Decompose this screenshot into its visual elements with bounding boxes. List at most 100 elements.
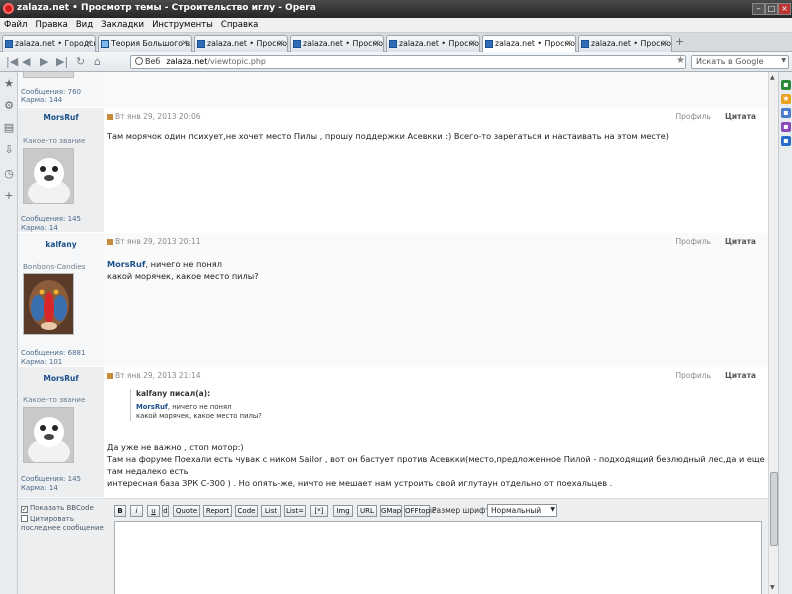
close-icon[interactable]: × (778, 3, 791, 15)
tab-2[interactable]: Теория Большого взры...× (98, 35, 192, 52)
new-tab-icon[interactable]: + (675, 35, 684, 48)
bbcode-italic-button[interactable]: i (130, 505, 143, 517)
karma: Карма: 101 (21, 358, 63, 366)
tab-1[interactable]: zalaza.net • Городские и...× (2, 35, 96, 52)
tab-close-icon[interactable]: × (661, 38, 668, 47)
favicon-icon (101, 40, 109, 48)
bbcode-url-button[interactable]: URL (357, 505, 377, 517)
fast-forward-icon[interactable]: ▶| (56, 55, 68, 68)
post-actions: Профиль Цитата (661, 237, 756, 246)
quote-block: kalfany писал(а): MorsRuf, ничего не пон… (130, 389, 280, 421)
profile-link[interactable]: Профиль (675, 371, 711, 380)
bbcode-quote-button[interactable]: Quote (173, 505, 200, 517)
bbcode-list-button[interactable]: List (261, 505, 281, 517)
user-rank: Какое-то звание (23, 395, 86, 404)
bbcode-list-numbered-button[interactable]: List= (284, 505, 306, 517)
bbcode-extra-button[interactable]: d (162, 505, 169, 517)
cite-last-checkbox[interactable]: Цитировать последнее сообщение (21, 515, 109, 533)
post-text: MorsRuf, ничего не понял какой морячек, к… (107, 259, 259, 281)
tab-3[interactable]: zalaza.net • Просмотр ф...× (194, 35, 288, 52)
tab-close-icon[interactable]: × (373, 38, 380, 47)
tab-5[interactable]: zalaza.net • Просмотр т...× (386, 35, 480, 52)
add-panel-icon[interactable]: + (3, 190, 15, 202)
history-panel-icon[interactable]: ◷ (3, 168, 15, 180)
tab-7[interactable]: zalaza.net • Просмотр т...× (578, 35, 672, 52)
back-icon[interactable]: ◀ (22, 55, 30, 68)
bbcode-offtopic-button[interactable]: OFFtopic (404, 505, 436, 517)
tab-6-active[interactable]: zalaza.net • Просмотр т...× (482, 35, 576, 53)
bbcode-underline-button[interactable]: u (147, 505, 160, 517)
menu-file[interactable]: Файл (0, 18, 31, 32)
menu-tools[interactable]: Инструменты (148, 18, 217, 32)
post-icon (107, 373, 113, 379)
bbcode-gmap-button[interactable]: GMap (380, 505, 402, 517)
forward-icon[interactable]: ▶ (40, 55, 48, 68)
tab-close-icon[interactable]: × (181, 38, 188, 47)
menu-help[interactable]: Справка (217, 18, 262, 32)
search-field[interactable]: Искать в Google ▼ (691, 55, 789, 69)
home-icon[interactable]: ⌂ (94, 55, 101, 68)
karma: Карма: 144 (21, 96, 63, 104)
quote-link[interactable]: Цитата (725, 237, 756, 246)
post-date: Вт янв 29, 2013 20:11 (107, 237, 201, 246)
font-size-select[interactable]: Нормальный ▼ (487, 504, 557, 517)
menu-bookmarks[interactable]: Закладки (97, 18, 148, 32)
avatar[interactable] (23, 273, 74, 335)
tab-close-icon[interactable]: × (565, 38, 572, 47)
post-author[interactable]: MorsRuf (18, 374, 104, 383)
notes-panel-icon[interactable]: ▤ (3, 122, 15, 134)
tab-close-icon[interactable]: × (85, 38, 92, 47)
page-scrollbar[interactable]: ▲ ▼ (768, 72, 778, 594)
url-field[interactable]: Веб zalaza.net/viewtopic.php (130, 55, 686, 69)
menu-edit[interactable]: Правка (31, 18, 71, 32)
mention[interactable]: MorsRuf (107, 259, 145, 269)
menu-view[interactable]: Вид (72, 18, 97, 32)
widget-icon[interactable]: ▪ (781, 80, 791, 90)
post-text: Да уже не важно , стоп мотор:) Там на фор… (107, 442, 765, 488)
opera-logo-icon[interactable] (3, 3, 14, 14)
tab-close-icon[interactable]: × (277, 38, 284, 47)
bbcode-list-item-button[interactable]: [*] (310, 505, 328, 517)
post-author[interactable]: kalfany (18, 240, 104, 249)
show-bbcode-checkbox[interactable]: ✓ Показать BBCode (21, 504, 94, 513)
scroll-down-icon[interactable]: ▼ (770, 584, 775, 591)
profile-link[interactable]: Профиль (675, 237, 711, 246)
quote-link[interactable]: Цитата (725, 371, 756, 380)
minimize-icon[interactable]: – (752, 3, 765, 15)
bbcode-bold-button[interactable]: B (114, 505, 126, 517)
reload-icon[interactable]: ↻ (76, 55, 85, 68)
quote-link[interactable]: Цитата (725, 112, 756, 121)
widget-icon[interactable]: ▪ (781, 136, 791, 146)
bookmark-star-icon[interactable]: ★ (676, 55, 685, 66)
tab-close-icon[interactable]: × (469, 38, 476, 47)
widget-icon[interactable]: ▪ (781, 108, 791, 118)
tab-4[interactable]: zalaza.net • Просмотр т...× (290, 35, 384, 52)
widget-icon[interactable]: ▪ (781, 122, 791, 132)
avatar[interactable] (23, 148, 74, 204)
post-text: Там морячок один психует,не хочет место … (107, 131, 669, 141)
widget-icon[interactable]: ★ (781, 94, 791, 104)
profile-link[interactable]: Профиль (675, 112, 711, 121)
bbcode-img-button[interactable]: Img (333, 505, 353, 517)
post-icon (107, 239, 113, 245)
scroll-thumb[interactable] (770, 472, 778, 546)
reply-editor: ✓ Показать BBCode Цитировать последнее со… (18, 498, 768, 594)
chevron-down-icon: ▼ (550, 506, 555, 513)
side-panel: ★ ⚙ ▤ ⇩ ◷ + (0, 72, 18, 594)
scroll-up-icon[interactable]: ▲ (770, 74, 775, 81)
user-rank: Какое-то звание (23, 136, 86, 145)
settings-panel-icon[interactable]: ⚙ (3, 100, 15, 112)
downloads-panel-icon[interactable]: ⇩ (3, 144, 15, 156)
search-dropdown-icon[interactable]: ▼ (781, 57, 786, 64)
bbcode-report-button[interactable]: Report (203, 505, 232, 517)
bbcode-code-button[interactable]: Code (235, 505, 258, 517)
user-rank: Bonbons-Candies (23, 262, 86, 271)
maximize-icon[interactable]: □ (765, 3, 778, 15)
address-bar: |◀ ◀ ▶ ▶| ↻ ⌂ Веб zalaza.net/viewtopic.ph… (0, 52, 792, 72)
message-textarea[interactable] (114, 521, 762, 594)
mention[interactable]: MorsRuf (136, 403, 168, 411)
rewind-icon[interactable]: |◀ (6, 55, 18, 68)
post-author[interactable]: MorsRuf (18, 113, 104, 122)
bookmarks-panel-icon[interactable]: ★ (3, 78, 15, 90)
avatar[interactable] (23, 407, 74, 463)
